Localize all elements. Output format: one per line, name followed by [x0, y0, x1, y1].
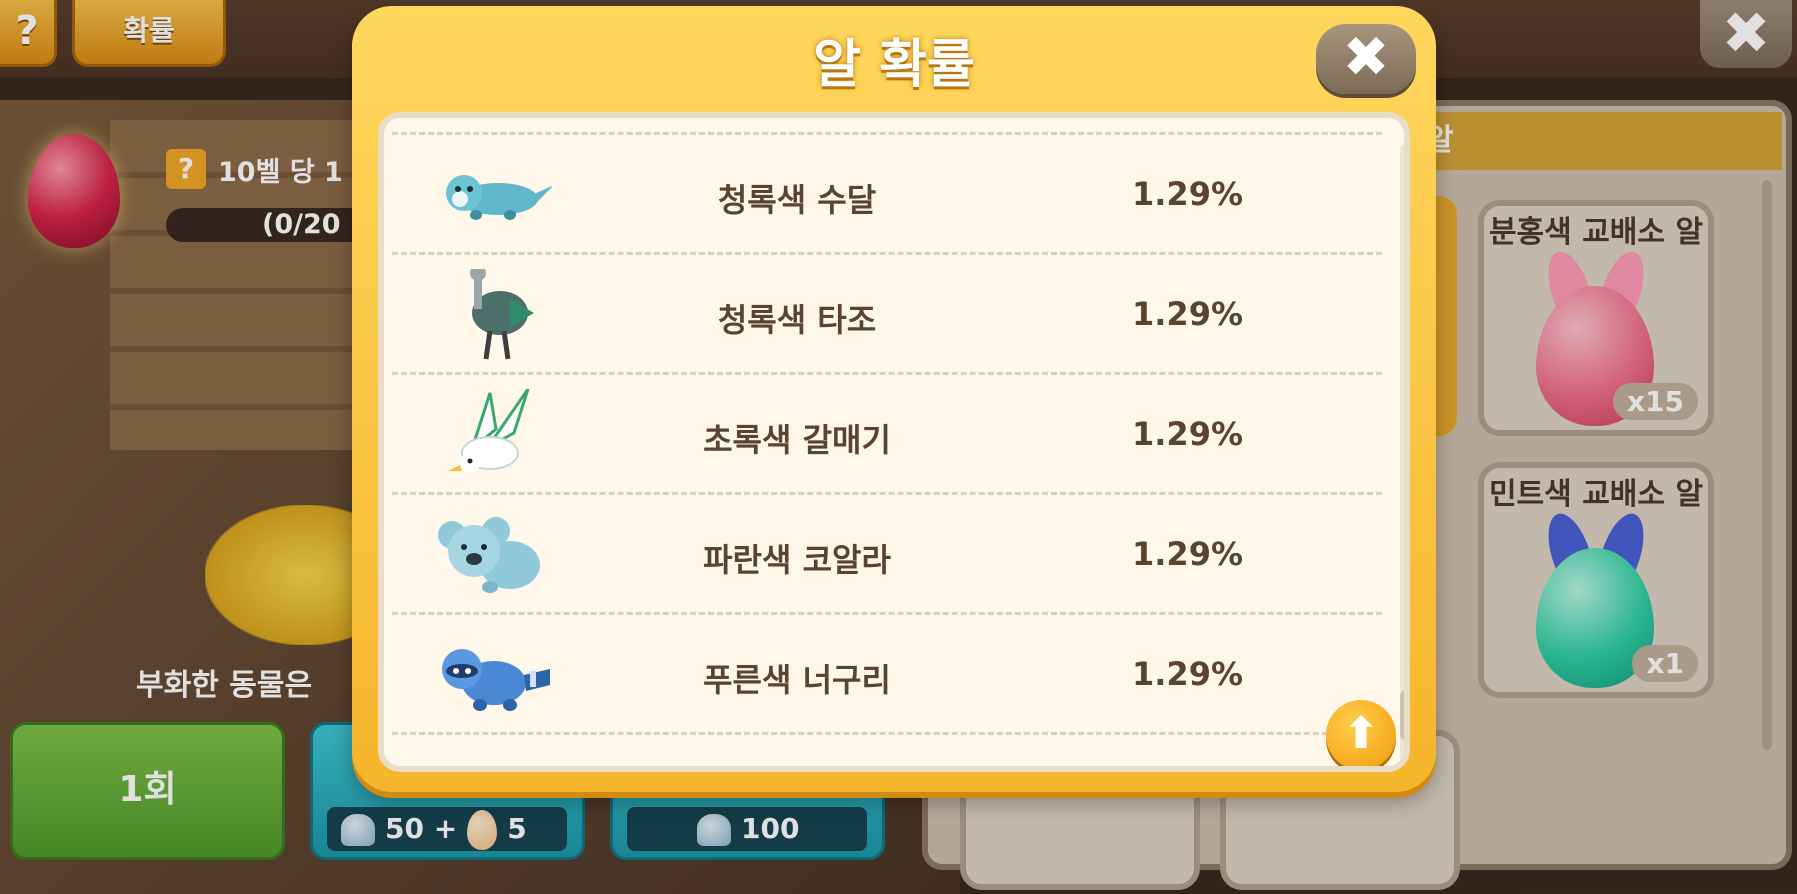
animal-name: 초록색 갈매기 — [703, 421, 891, 459]
list-item: 청록색 타조 1.29% — [392, 252, 1382, 372]
otter-icon — [446, 175, 552, 220]
probability-list[interactable]: 청록색 수달 1.29% 청록색 타조 1.29% 초록색 갈매기 1.29% … — [378, 112, 1410, 772]
animal-name: 파란색 코알라 — [703, 541, 891, 579]
list-item: 푸른색 너구리 1.29% — [392, 612, 1382, 732]
ostrich-icon — [470, 269, 534, 360]
seagull-icon — [448, 389, 530, 473]
animal-probability: 1.29% — [1132, 175, 1244, 213]
animal-name: 청록색 수달 — [717, 181, 877, 219]
list-item: 청록색 수달 1.29% — [392, 132, 1382, 252]
animal-name: 청록색 타조 — [717, 301, 877, 339]
dialog-close-button[interactable]: ✖ — [1316, 24, 1416, 94]
raccoon-icon — [442, 649, 550, 711]
animal-probability: 1.29% — [1132, 655, 1244, 693]
animal-probability: 1.29% — [1132, 535, 1244, 573]
list-item — [392, 732, 1382, 772]
scroll-thumb[interactable] — [1400, 690, 1404, 740]
koala-icon — [438, 517, 540, 593]
egg-probability-dialog: 알 확률 ✖ 청록색 수달 1.29% 청록색 타조 1.29% 초록색 갈매기… — [352, 6, 1436, 792]
scroll-to-top-button[interactable]: ⬆ — [1326, 700, 1396, 766]
list-scrollbar[interactable] — [1400, 144, 1404, 766]
animal-probability: 1.29% — [1132, 295, 1244, 333]
animal-name: 푸른색 너구리 — [703, 661, 891, 699]
next-animal-icon — [432, 749, 552, 772]
list-item: 파란색 코알라 1.29% — [392, 492, 1382, 612]
animal-probability: 1.29% — [1132, 415, 1244, 453]
dialog-title: 알 확률 — [813, 35, 975, 95]
list-item: 초록색 갈매기 1.29% — [392, 372, 1382, 492]
